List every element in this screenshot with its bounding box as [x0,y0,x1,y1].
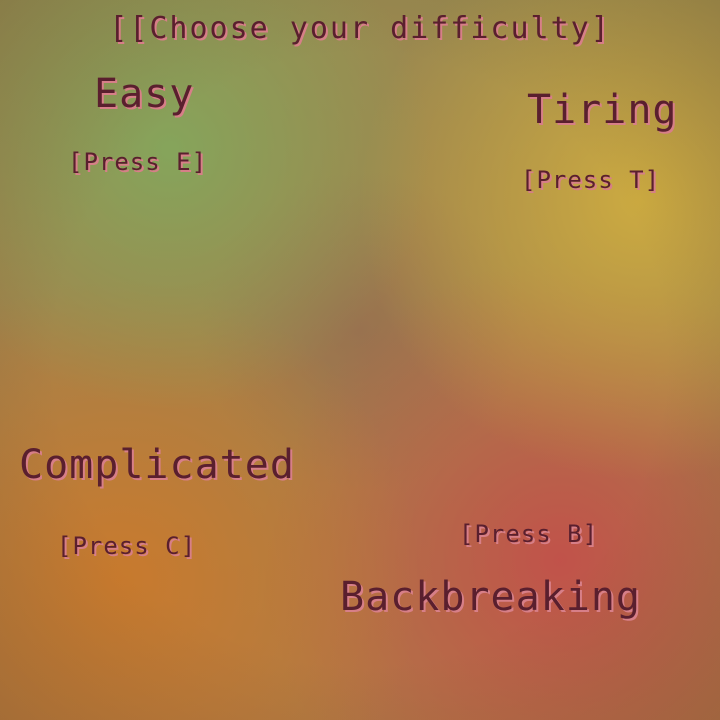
difficulty-option-easy[interactable]: Easy [94,74,194,114]
difficulty-option-complicated[interactable]: Complicated [19,445,295,485]
screen-title: [[Choose your difficulty] [109,11,611,46]
key-hint-backbreaking: [Press B] [459,520,599,548]
difficulty-option-tiring[interactable]: Tiring [527,90,678,130]
key-hint-complicated: [Press C] [57,532,197,560]
key-hint-tiring: [Press T] [521,166,661,194]
key-hint-easy: [Press E] [68,148,208,176]
difficulty-option-backbreaking[interactable]: Backbreaking [340,577,641,617]
